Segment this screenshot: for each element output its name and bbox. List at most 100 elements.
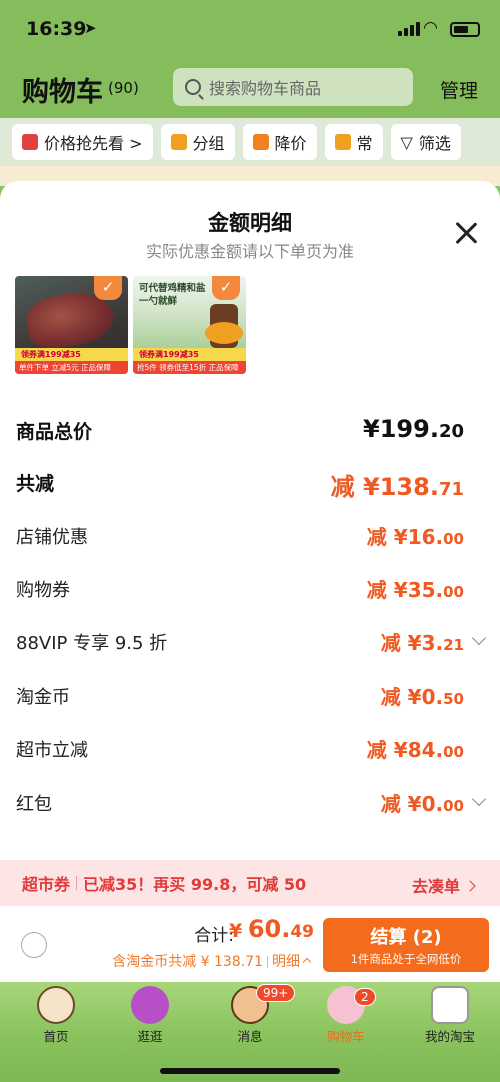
filter-label: 分组 (192, 134, 225, 153)
tab-label: 消息 (237, 1029, 263, 1044)
filter-label: 筛选 (418, 134, 451, 153)
wifi-icon: ◠ (423, 18, 438, 38)
headline-line-2: 一勺就鲜 (139, 296, 178, 307)
row-88vip[interactable]: 88VIP 专享 9.5 折 减 ¥3.21 (0, 623, 500, 663)
checkout-label: 结算 (2) (370, 927, 442, 948)
tab-explore[interactable]: 逛逛 (110, 986, 190, 1045)
checkout-bar: 合计: ¥ 60.49 含淘金币共减 ¥ 138.71 明细 结算 (2) 1件商… (0, 906, 500, 982)
folder-icon (170, 134, 187, 150)
tab-label: 逛逛 (137, 1029, 163, 1044)
row-subtotal: 商品总价 ¥199.20 (0, 411, 500, 451)
home-mascot-icon (37, 986, 75, 1024)
funnel-icon: ▽ (400, 132, 413, 152)
row-value: 减 ¥16.00 (366, 525, 464, 549)
battery-icon (450, 22, 480, 37)
chevron-down-icon[interactable] (471, 791, 487, 807)
total-amount: ¥ 60.49 (229, 915, 314, 943)
tab-label: 我的淘宝 (424, 1029, 475, 1044)
tag-icon (22, 134, 38, 150)
row-shopping-voucher: 购物券 减 ¥35.00 (0, 570, 500, 610)
checkout-sublabel: 1件商品处于全网低价 (350, 952, 462, 966)
filter-label: 降价 (274, 134, 307, 153)
row-value: ¥199.20 (363, 415, 464, 443)
coupon-type: 超市券 (22, 875, 71, 894)
filter-price-drop[interactable]: 降价 (242, 124, 317, 160)
row-value: 减 ¥84.00 (366, 738, 464, 762)
chevron-down-icon[interactable] (471, 630, 487, 646)
checkout-button[interactable]: 结算 (2) 1件商品处于全网低价 (323, 918, 489, 972)
close-icon[interactable] (454, 221, 478, 245)
search-placeholder: 搜索购物车商品 (209, 79, 322, 98)
filter-label: 价格抢先看 > (44, 134, 143, 153)
cart-header: 购物车 (90) 搜索购物车商品 管理 (0, 62, 500, 112)
chevron-up-icon[interactable] (302, 957, 312, 967)
tab-label: 购物车 (327, 1029, 365, 1044)
sheet-subtitle: 实际优惠金额请以下单页为准 (145, 242, 354, 261)
product-thumbnail-steak[interactable]: ✓ 领券满199减35 单件下单 立减5元 正品保障 (15, 276, 128, 374)
select-all-radio[interactable] (21, 932, 47, 958)
promo-label: 抢5件 领券低至15折 正品保障 (133, 361, 246, 374)
divider (267, 956, 268, 968)
filter-group[interactable]: 分组 (160, 124, 235, 160)
coupon-label: 领券满199减35 (21, 350, 81, 359)
home-indicator (160, 1068, 340, 1074)
row-label: 88VIP 专享 9.5 折 (16, 633, 168, 654)
discount-text: 含淘金币共减 ¥ 138.71 (112, 954, 263, 970)
row-supermarket-discount: 超市立减 减 ¥84.00 (0, 730, 500, 770)
total-discount-summary: 含淘金币共减 ¥ 138.71 明细 (112, 951, 312, 971)
tab-home[interactable]: 首页 (16, 986, 96, 1045)
filter-label: 常 (356, 134, 373, 153)
row-label: 商品总价 (16, 421, 93, 443)
row-label: 淘金币 (16, 687, 70, 708)
row-value: 减 ¥0.00 (380, 792, 464, 816)
tab-label: 首页 (43, 1029, 69, 1044)
explore-mascot-icon (131, 986, 169, 1024)
signal-icon (398, 22, 420, 36)
down-arrow-icon (252, 134, 269, 150)
divider (76, 876, 78, 890)
status-bar: 16:39 ➤ ◠ (0, 0, 500, 60)
row-value: 减 ¥0.50 (380, 685, 464, 709)
coupon-bar[interactable]: 超市券 已减35！再买 99.8，可减 50 去凑单 (0, 860, 500, 906)
row-label: 店铺优惠 (16, 527, 88, 548)
product-badge: 领券满199减35 单件下单 立减5元 正品保障 (15, 348, 128, 374)
detail-link[interactable]: 明细 (272, 954, 300, 970)
row-value: 减 ¥35.00 (366, 578, 464, 602)
filter-price-first[interactable]: 价格抢先看 > (12, 124, 153, 160)
product-thumbnail-seasoning[interactable]: 可代替鸡精和盐 一勺就鲜 ✓ 领券满199减35 抢5件 领券低至15折 正品保… (133, 276, 246, 374)
row-label: 购物券 (16, 580, 70, 601)
search-input[interactable]: 搜索购物车商品 (173, 68, 413, 106)
row-label: 超市立减 (16, 740, 88, 761)
bottom-tab-bar: 首页 逛逛 99+ 消息 2 购物车 我的淘宝 (0, 982, 500, 1082)
filter-bar: 价格抢先看 > 分组 降价 常 ▽ 筛选 (0, 118, 500, 166)
row-total-discount: 共减 减 ¥138.71 (0, 463, 500, 503)
row-label: 红包 (16, 794, 52, 815)
page-title: 购物车 (22, 77, 103, 108)
cart-icon (334, 134, 351, 150)
sheet-title: 金额明细 (208, 211, 292, 235)
row-red-packet[interactable]: 红包 减 ¥0.00 (0, 784, 500, 824)
messages-badge: 99+ (256, 984, 296, 1002)
product-headline: 可代替鸡精和盐 一勺就鲜 (139, 282, 206, 308)
headline-line-1: 可代替鸡精和盐 (139, 283, 206, 294)
location-arrow-icon: ➤ (84, 19, 97, 37)
coupon-message: 已减35！再买 99.8，可减 50 (83, 875, 307, 894)
add-items-link[interactable]: 去凑单 (412, 873, 474, 897)
profile-mascot-icon (431, 986, 469, 1024)
search-icon (185, 79, 201, 95)
check-icon: ✓ (212, 276, 240, 300)
filter-screen[interactable]: ▽ 筛选 (390, 124, 461, 160)
check-icon: ✓ (94, 276, 122, 300)
tab-messages[interactable]: 99+ 消息 (210, 984, 296, 1045)
status-time: 16:39 (26, 18, 87, 40)
row-value: 减 ¥138.71 (330, 473, 464, 501)
row-label: 共减 (16, 473, 55, 495)
row-value: 减 ¥3.21 (380, 631, 464, 655)
cart-count: (90) (108, 79, 139, 97)
promo-label: 单件下单 立减5元 正品保障 (15, 361, 128, 374)
filter-frequent[interactable]: 常 (324, 124, 383, 160)
jar-label-image (205, 322, 243, 344)
manage-button[interactable]: 管理 (440, 76, 478, 103)
tab-cart[interactable]: 2 购物车 (306, 986, 386, 1045)
tab-profile[interactable]: 我的淘宝 (410, 986, 490, 1045)
